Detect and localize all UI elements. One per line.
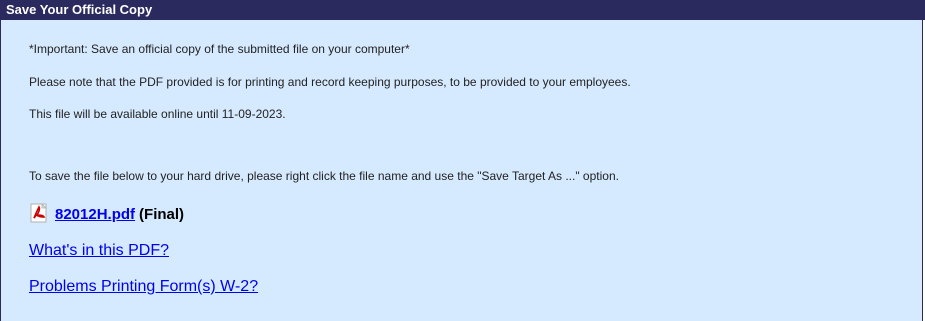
file-row: 82012H.pdf (Final) — [29, 203, 184, 226]
printing-problems-link[interactable]: Problems Printing Form(s) W-2? — [29, 278, 258, 296]
save-instructions: To save the file below to your hard driv… — [29, 169, 619, 183]
availability-note: This file will be available online until… — [29, 107, 286, 121]
save-official-copy-panel: Save Your Official Copy *Important: Save… — [0, 0, 925, 321]
pdf-icon — [29, 203, 55, 226]
file-status: (Final) — [139, 206, 185, 223]
panel-header: Save Your Official Copy — [0, 0, 925, 20]
pdf-file-link[interactable]: 82012H.pdf — [55, 206, 135, 223]
pdf-note: Please note that the PDF provided is for… — [29, 75, 631, 89]
panel-body: *Important: Save an official copy of the… — [0, 20, 923, 321]
important-note: *Important: Save an official copy of the… — [29, 42, 410, 56]
whats-in-pdf-link[interactable]: What's in this PDF? — [29, 242, 169, 260]
